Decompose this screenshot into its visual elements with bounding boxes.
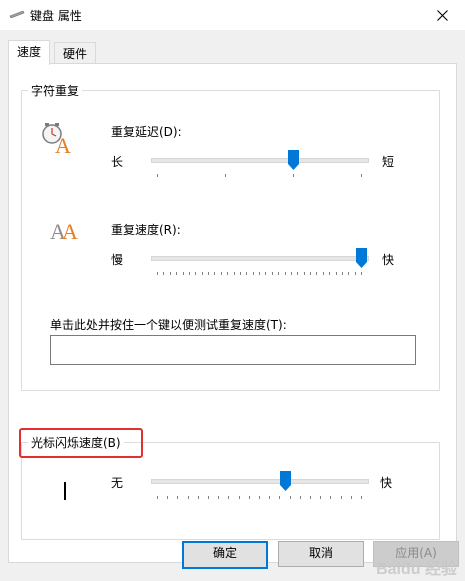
slider-tick <box>157 496 158 499</box>
slider-tick <box>320 496 322 499</box>
repeat-rate-left-label: 慢 <box>111 253 124 267</box>
slider-tick <box>284 272 286 275</box>
slider-tick <box>182 272 184 275</box>
slider-tick <box>269 496 271 499</box>
repeat-delay-slider-thumb[interactable] <box>288 150 300 170</box>
slider-tick <box>340 496 342 499</box>
close-button[interactable] <box>419 0 465 30</box>
title-bar: 键盘 属性 <box>0 0 465 30</box>
blink-right-label: 快 <box>380 476 393 490</box>
svg-text:A: A <box>55 133 71 155</box>
tab-hardware[interactable]: 硬件 <box>54 42 97 65</box>
slider-tick <box>197 496 199 499</box>
cancel-button[interactable]: 取消 <box>278 541 364 567</box>
slider-tick <box>271 272 273 275</box>
window-title: 键盘 属性 <box>30 9 82 23</box>
slider-tick <box>310 272 311 275</box>
slider-tick <box>208 272 209 275</box>
slider-tick <box>239 272 241 275</box>
repeat-rate-ticks <box>157 272 362 276</box>
repeat-delay-track[interactable] <box>151 158 369 163</box>
tab-speed[interactable]: 速度 <box>8 40 51 65</box>
repeat-delay-label: 重复延迟(D): <box>111 125 182 139</box>
slider-tick <box>259 272 260 275</box>
slider-tick <box>187 496 189 499</box>
tab-panel-speed: 字符重复 A 重复延迟(D): 长 短 A A 重复速度(R): 慢 快 单击此… <box>8 63 457 563</box>
slider-tick <box>297 272 299 275</box>
slider-tick <box>361 174 362 177</box>
close-icon <box>436 9 448 21</box>
slider-tick <box>225 174 226 177</box>
slider-tick <box>167 496 169 499</box>
slider-tick <box>188 272 190 275</box>
slider-tick <box>208 496 209 499</box>
repeat-delay-left-label: 长 <box>111 155 124 169</box>
slider-tick <box>348 272 350 275</box>
slider-tick <box>341 272 343 275</box>
slider-tick <box>233 272 235 275</box>
repeat-rate-slider-thumb[interactable] <box>356 248 367 268</box>
repeat-rate-right-label: 快 <box>382 253 395 267</box>
repeat-rate-icon: A A <box>50 219 78 243</box>
slider-tick <box>201 272 203 275</box>
slider-tick <box>290 272 292 275</box>
slider-tick <box>330 496 332 499</box>
slider-tick <box>248 496 250 499</box>
slider-tick <box>214 272 216 275</box>
slider-tick <box>265 272 267 275</box>
slider-tick <box>293 174 294 177</box>
slider-tick <box>252 272 254 275</box>
slider-tick <box>289 496 291 499</box>
slider-tick <box>238 496 240 499</box>
blink-speed-track[interactable] <box>151 479 369 484</box>
keyboard-icon <box>9 10 25 18</box>
annotation-highlight-box <box>19 428 143 458</box>
slider-tick <box>310 496 311 499</box>
slider-tick <box>335 272 337 275</box>
slider-tick <box>354 272 356 275</box>
slider-tick <box>246 272 248 275</box>
slider-tick <box>361 496 362 499</box>
slider-tick <box>218 496 220 499</box>
slider-tick <box>195 272 197 275</box>
slider-tick <box>176 272 178 275</box>
slider-tick <box>361 272 362 275</box>
slider-tick <box>259 496 260 499</box>
test-area-label: 单击此处并按住一个键以便测试重复速度(T): <box>50 318 287 332</box>
cursor-preview-icon <box>64 482 66 500</box>
slider-tick <box>227 272 229 275</box>
blink-speed-ticks <box>157 496 362 500</box>
slider-tick <box>350 496 352 499</box>
char-repeat-group: 字符重复 A 重复延迟(D): 长 短 A A 重复速度(R): 慢 快 单击此… <box>21 82 440 391</box>
repeat-rate-label: 重复速度(R): <box>111 223 181 237</box>
slider-tick <box>322 272 324 275</box>
window-body: 速度 硬件 字符重复 A 重复延迟(D): 长 短 A A 重复速度(R): 慢… <box>0 30 465 581</box>
svg-text:A: A <box>62 219 78 243</box>
slider-tick <box>228 496 230 499</box>
slider-tick <box>299 496 301 499</box>
slider-tick <box>157 174 158 177</box>
slider-tick <box>316 272 318 275</box>
blink-speed-slider-thumb[interactable] <box>280 471 292 491</box>
slider-tick <box>279 496 281 499</box>
blink-left-label: 无 <box>111 476 124 490</box>
repeat-delay-right-label: 短 <box>382 155 395 169</box>
slider-tick <box>303 272 305 275</box>
slider-tick <box>169 272 171 275</box>
slider-tick <box>157 272 158 275</box>
baidu-watermark: Baidu 经验 <box>376 561 457 578</box>
slider-tick <box>177 496 179 499</box>
char-repeat-title: 字符重复 <box>28 82 83 99</box>
repeat-test-input[interactable] <box>50 335 416 365</box>
slider-tick <box>220 272 222 275</box>
ok-button[interactable]: 确定 <box>182 541 268 569</box>
slider-tick <box>163 272 165 275</box>
slider-tick <box>329 272 331 275</box>
repeat-rate-track[interactable] <box>151 256 369 261</box>
slider-tick <box>278 272 280 275</box>
repeat-delay-ticks <box>157 174 362 178</box>
repeat-delay-icon: A <box>42 123 71 155</box>
